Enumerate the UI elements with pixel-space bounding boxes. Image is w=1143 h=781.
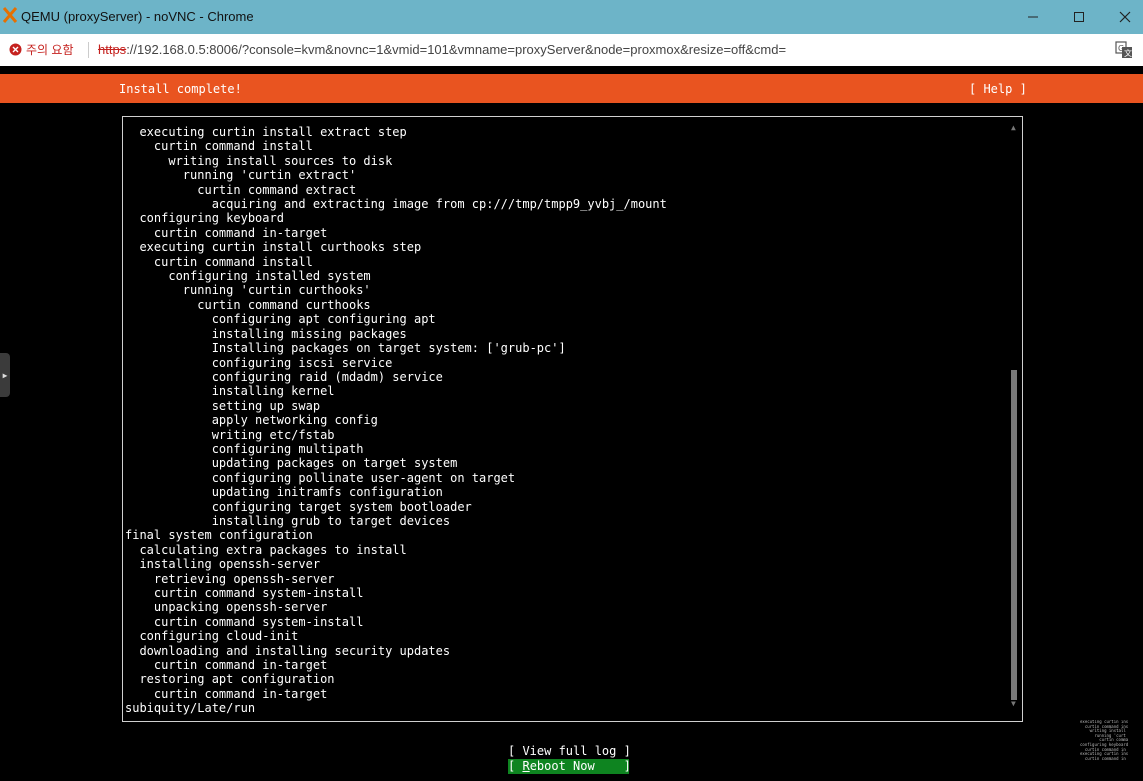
install-log-panel[interactable]: executing curtin install extract step cu…	[122, 116, 1023, 722]
log-line: calculating extra packages to install	[125, 542, 407, 557]
log-line: configuring installed system	[125, 269, 371, 284]
log-line: acquiring and extracting image from cp:/…	[125, 197, 667, 212]
log-line: updating packages on target system	[125, 456, 458, 471]
installer-header: Install complete! [ Help ]	[0, 74, 1143, 103]
window-titlebar: QEMU (proxyServer) - noVNC - Chrome	[0, 0, 1143, 34]
log-line: updating initramfs configuration	[125, 485, 443, 500]
scroll-down-icon[interactable]: ▼	[1011, 699, 1016, 708]
address-divider	[88, 42, 89, 58]
console-thumbnail: executing curtin ins curtin command ins …	[1080, 720, 1143, 781]
log-line: configuring apt configuring apt	[125, 312, 436, 327]
log-line: running 'curtin extract'	[125, 168, 357, 183]
svg-text:文: 文	[1124, 48, 1132, 58]
log-line: curtin command system-install	[125, 586, 364, 600]
log-line: Installing packages on target system: ['…	[125, 341, 566, 356]
log-line: writing etc/fstab	[125, 427, 335, 442]
thumbnail-line: curtin command in	[1080, 755, 1126, 761]
log-line: installing grub to target devices	[125, 513, 451, 528]
vnc-console[interactable]: ▶ Install complete! [ Help ] executing c…	[0, 66, 1143, 781]
log-line: curtin command install	[125, 139, 313, 154]
help-button[interactable]: [ Help ]	[969, 82, 1027, 96]
log-line: curtin command extract	[125, 182, 357, 197]
log-line: curtin command in-target	[125, 686, 328, 701]
reboot-now-label: [ Reboot Now ]	[508, 759, 631, 773]
reboot-now-button[interactable]: [ Reboot Now ]	[508, 759, 631, 774]
url-text[interactable]: https://192.168.0.5:8006/?console=kvm&no…	[98, 42, 786, 57]
chevron-right-icon: ▶	[2, 370, 8, 380]
log-line: configuring cloud-init	[125, 629, 299, 644]
log-line: setting up swap	[125, 398, 321, 413]
address-bar[interactable]: 주의 요함 https://192.168.0.5:8006/?console=…	[0, 34, 1143, 66]
minimize-icon[interactable]	[1010, 0, 1056, 34]
reboot-hotkey: R	[522, 759, 530, 773]
log-line: restoring apt configuration	[125, 672, 335, 687]
log-line: installing openssh-server	[125, 557, 321, 572]
url-scheme: https	[98, 42, 127, 57]
scrollbar-thumb[interactable]	[1011, 370, 1017, 700]
header-title: Install complete!	[119, 82, 242, 96]
log-line: curtin command install	[125, 254, 313, 269]
log-line: subiquity/Late/run	[125, 701, 256, 716]
install-log: executing curtin install extract step cu…	[125, 125, 667, 716]
log-line: downloading and installing security upda…	[125, 643, 451, 658]
translate-icon[interactable]: G 文	[1115, 41, 1133, 59]
log-line: configuring multipath	[125, 441, 364, 456]
maximize-icon[interactable]	[1056, 0, 1102, 34]
log-line: running 'curtin curthooks'	[125, 283, 371, 298]
log-line: curtin command in-target	[125, 658, 328, 673]
log-line: writing install sources to disk	[125, 153, 393, 168]
log-line: configuring iscsi service	[125, 355, 393, 370]
log-line: curtin command system-install	[125, 614, 364, 629]
log-line: configuring keyboard	[125, 211, 284, 226]
log-line: configuring pollinate user-agent on targ…	[125, 470, 516, 485]
security-warning-label[interactable]: 주의 요함	[26, 41, 74, 58]
url-path: ://192.168.0.5:8006/?console=kvm&novnc=1…	[126, 42, 787, 57]
log-line: configuring raid (mdadm) service	[125, 369, 443, 384]
log-line: installing kernel	[125, 384, 335, 399]
log-line: configuring target system bootloader	[125, 499, 472, 514]
log-line: executing curtin install extract step	[125, 125, 407, 139]
scroll-up-icon[interactable]: ▲	[1011, 123, 1016, 132]
log-line: curtin command in-target	[125, 225, 328, 240]
log-line: retrieving openssh-server	[125, 571, 335, 586]
log-line: apply networking config	[125, 413, 378, 428]
close-icon[interactable]	[1102, 0, 1143, 34]
window-title: QEMU (proxyServer) - noVNC - Chrome	[21, 9, 254, 24]
warning-icon[interactable]	[9, 43, 22, 56]
log-line: final system configuration	[125, 528, 313, 543]
view-full-log-button[interactable]: [ View full log ]	[508, 744, 631, 759]
log-line: curtin command curthooks	[125, 297, 371, 312]
log-line: unpacking openssh-server	[125, 600, 328, 615]
proxmox-x-icon	[3, 7, 17, 23]
novnc-control-bar-handle[interactable]: ▶	[0, 353, 10, 397]
log-line: executing curtin install curthooks step	[125, 240, 422, 255]
log-line: installing missing packages	[125, 326, 407, 341]
